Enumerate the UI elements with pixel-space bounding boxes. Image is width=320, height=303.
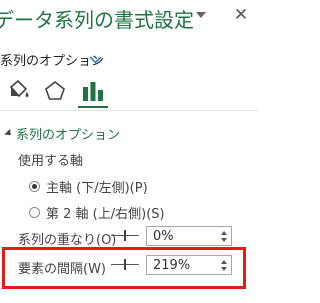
section-title-series-options[interactable]: 系列のオプション <box>16 124 120 143</box>
chevron-down-icon[interactable] <box>89 56 102 64</box>
secondary-axis-label[interactable]: 第 2 軸 (上/右側)(S) <box>46 203 165 222</box>
spin-up-icon[interactable] <box>221 231 227 235</box>
close-pane-button[interactable]: ✕ <box>232 6 250 24</box>
radio-selected-dot <box>32 184 37 189</box>
series-overlap-input[interactable]: 0% <box>146 226 232 246</box>
pane-options-dropdown-icon[interactable] <box>196 12 206 18</box>
spin-down-icon[interactable] <box>221 238 227 242</box>
secondary-axis-radio[interactable] <box>29 207 40 218</box>
fill-line-tab-paint-bucket-icon[interactable] <box>6 78 32 104</box>
series-options-tab-bar-chart-icon[interactable] <box>80 78 106 104</box>
axis-group-label: 使用する軸 <box>18 154 84 169</box>
series-overlap-value[interactable]: 0% <box>153 229 174 244</box>
series-overlap-slider-thumb[interactable] <box>124 230 126 241</box>
highlight-frame <box>2 247 246 289</box>
selected-tab-indicator <box>78 106 108 108</box>
pane-title: データ系列の書式設定 <box>0 8 194 32</box>
collapse-arrow-icon[interactable] <box>4 128 14 139</box>
series-overlap-label: 系列の重なり(O) <box>18 233 117 248</box>
tab-divider <box>0 110 258 111</box>
effects-tab-pentagon-icon[interactable] <box>42 78 68 104</box>
primary-axis-label[interactable]: 主軸 (下/左側)(P) <box>46 177 148 196</box>
primary-axis-radio[interactable] <box>29 181 40 192</box>
